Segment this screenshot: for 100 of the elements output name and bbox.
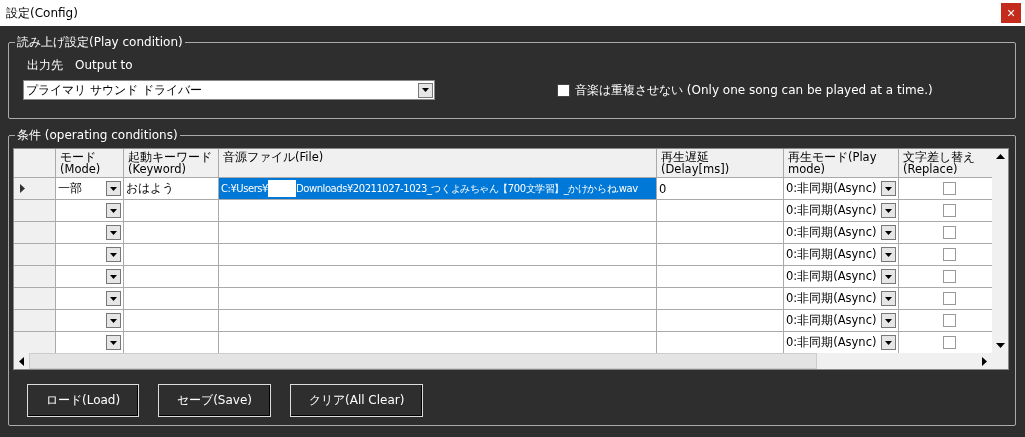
mode-cell[interactable] (56, 244, 123, 265)
caret-icon (110, 318, 117, 323)
checkbox[interactable] (942, 226, 956, 239)
play-mode-cell[interactable]: 0:非同期(Async) (784, 200, 898, 221)
dropdown-button[interactable] (881, 247, 896, 262)
play-mode-cell[interactable]: 0:非同期(Async) (784, 332, 898, 353)
dropdown-button[interactable] (881, 203, 896, 218)
caret-icon (110, 186, 117, 191)
mode-cell[interactable] (56, 288, 123, 309)
dropdown-button[interactable] (106, 313, 121, 328)
column-header: 音源ファイル(File) (219, 149, 656, 177)
column-header: 再生遅延 (Delay[ms]) (657, 149, 783, 177)
file-cell[interactable] (219, 244, 656, 265)
caret-icon (110, 230, 117, 235)
play-mode-cell[interactable]: 0:非同期(Async) (784, 244, 898, 265)
checkbox[interactable] (942, 248, 956, 261)
caret-icon (885, 252, 892, 257)
action-button[interactable]: クリア(All Clear) (290, 384, 424, 417)
play-mode-cell[interactable]: 0:非同期(Async) (784, 266, 898, 287)
column-header: 起動キーワード(Keyword) (124, 149, 218, 177)
checkbox[interactable] (942, 182, 956, 195)
play-mode-cell[interactable]: 0:非同期(Async) (784, 178, 898, 199)
window-title: 設定(Config) (6, 4, 78, 22)
mode-cell[interactable]: 一部 (56, 178, 123, 199)
checkbox[interactable] (557, 83, 570, 97)
mode-cell[interactable] (56, 200, 123, 221)
dropdown-button[interactable] (106, 291, 121, 306)
checkbox[interactable] (942, 270, 956, 283)
delay-cell[interactable] (657, 244, 783, 265)
play-mode-cell[interactable]: 0:非同期(Async) (784, 310, 898, 331)
dropdown-button[interactable] (881, 335, 896, 350)
dropdown-button[interactable] (881, 313, 896, 328)
caret-icon (110, 274, 117, 279)
file-cell[interactable] (219, 288, 656, 309)
caret-icon (885, 318, 892, 323)
delay-cell[interactable] (657, 222, 783, 243)
file-cell[interactable] (219, 332, 656, 353)
close-button[interactable]: × (1001, 3, 1021, 23)
delay-cell[interactable] (657, 332, 783, 353)
dropdown-button[interactable] (881, 291, 896, 306)
output-device-dropdown[interactable]: プライマリ サウンド ドライバー (23, 80, 435, 100)
delay-cell[interactable] (657, 288, 783, 309)
dropdown-button[interactable] (106, 247, 121, 262)
play-mode-cell[interactable]: 0:非同期(Async) (784, 288, 898, 309)
keyword-cell[interactable] (124, 222, 218, 243)
delay-cell[interactable] (657, 310, 783, 331)
column-header: 文字差し替え (Replace) (899, 149, 992, 177)
mode-cell[interactable] (56, 332, 123, 353)
dropdown-button[interactable] (106, 181, 121, 196)
file-cell[interactable] (219, 222, 656, 243)
mode-cell[interactable] (56, 266, 123, 287)
scroll-up-icon[interactable] (995, 152, 1005, 161)
column-header: モード (Mode) (56, 149, 123, 177)
delay-cell[interactable] (657, 200, 783, 221)
file-cell[interactable] (219, 310, 656, 331)
vertical-scrollbar[interactable] (992, 149, 1008, 353)
dropdown-button[interactable] (106, 269, 121, 284)
keyword-cell[interactable] (124, 288, 218, 309)
keyword-cell[interactable] (124, 200, 218, 221)
delay-cell[interactable] (657, 266, 783, 287)
checkbox[interactable] (942, 314, 956, 327)
caret-icon (422, 88, 429, 92)
keyword-cell[interactable] (124, 244, 218, 265)
dropdown-button[interactable] (106, 225, 121, 240)
output-label: 出力先 Output to (26, 57, 134, 74)
header-corner (14, 149, 55, 177)
play-mode-cell[interactable]: 0:非同期(Async) (784, 222, 898, 243)
caret-icon (885, 230, 892, 235)
checkbox[interactable] (942, 336, 956, 349)
file-cell[interactable]: C:¥Users¥ Downloads¥20211027-1023_つくよみちゃん【700文学習】_かけからね.wav (219, 178, 656, 199)
caret-icon (885, 186, 892, 191)
horizontal-scrollbar[interactable] (14, 353, 992, 369)
row-header[interactable] (14, 178, 55, 199)
file-cell[interactable] (219, 200, 656, 221)
keyword-cell[interactable]: おはよう (124, 178, 218, 199)
scroll-left-icon[interactable] (17, 356, 26, 366)
checkbox[interactable] (942, 292, 956, 305)
caret-icon (885, 340, 892, 345)
caret-icon (110, 340, 117, 345)
keyword-cell[interactable] (124, 332, 218, 353)
mode-cell[interactable] (56, 310, 123, 331)
dropdown-button[interactable] (881, 225, 896, 240)
dropdown-button[interactable] (106, 203, 121, 218)
action-button[interactable]: ロード(Load) (27, 384, 140, 417)
dropdown-button[interactable] (106, 335, 121, 350)
checkbox[interactable] (942, 204, 956, 217)
caret-icon (885, 274, 892, 279)
scroll-down-icon[interactable] (995, 341, 1005, 350)
delay-cell[interactable]: 0 (657, 178, 783, 199)
dropdown-button[interactable] (881, 269, 896, 284)
file-cell[interactable] (219, 266, 656, 287)
keyword-cell[interactable] (124, 310, 218, 331)
dropdown-button[interactable] (881, 181, 896, 196)
action-button[interactable]: セーブ(Save) (158, 384, 271, 417)
scroll-right-icon[interactable] (980, 356, 989, 366)
caret-icon (885, 296, 892, 301)
keyword-cell[interactable] (124, 266, 218, 287)
group-title: 読み上げ設定(Play condition) (16, 34, 184, 51)
mode-cell[interactable] (56, 222, 123, 243)
dropdown-button[interactable] (418, 82, 433, 98)
